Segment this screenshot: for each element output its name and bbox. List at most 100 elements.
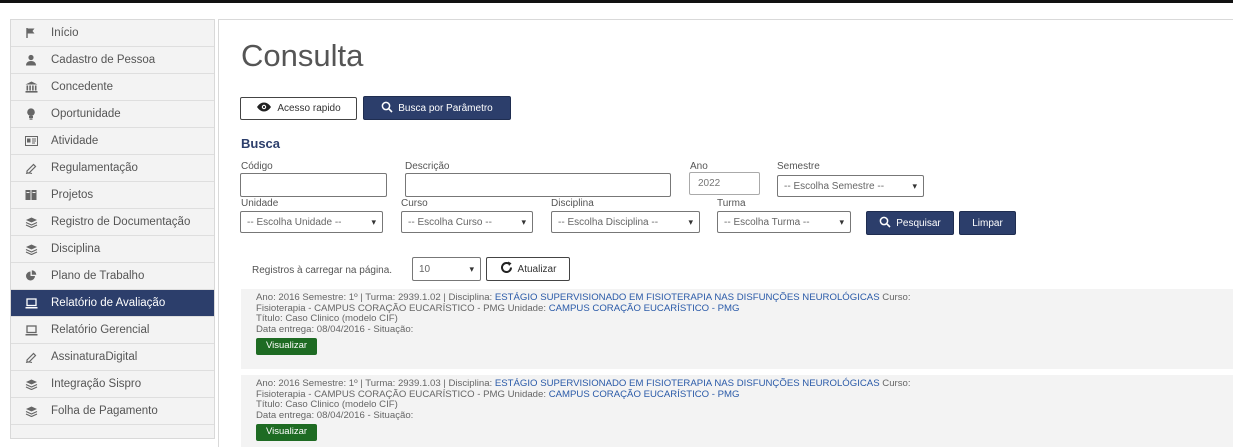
sidebar-item-disciplina[interactable]: Disciplina <box>11 236 214 263</box>
unidade-label: Unidade: <box>507 388 549 400</box>
eye-icon <box>256 102 277 115</box>
sidebar-item-label: Relatório de Avaliação <box>51 297 166 309</box>
visualizar-button[interactable]: Visualizar <box>256 338 318 355</box>
lightbulb-icon <box>23 106 39 122</box>
busca-parametro-label: Busca por Parâmetro <box>398 102 493 114</box>
layers-icon <box>23 403 39 419</box>
sidebar-item-registro-documentacao[interactable]: Registro de Documentação <box>11 209 214 236</box>
sidebar-item-label: Integração Sispro <box>51 378 142 390</box>
pesquisar-label: Pesquisar <box>896 217 941 229</box>
unidade-select-value: -- Escolha Unidade -- <box>247 216 342 228</box>
result-meta: Ano: 2016 Semestre: 1º | Turma: 2939.1.0… <box>256 378 495 389</box>
semestre-select-value: -- Escolha Semestre -- <box>784 180 885 192</box>
sidebar-item-cadastro-pessoa[interactable]: Cadastro de Pessoa <box>11 47 214 74</box>
curso-label: Curso <box>401 198 428 209</box>
chevron-down-icon: ▾ <box>469 263 474 274</box>
curso-value: Fisioterapia - CAMPUS CORAÇÃO EUCARÍSTIC… <box>256 388 508 400</box>
result-card: Ano: 2016 Semestre: 1º | Turma: 2939.1.0… <box>241 375 1233 447</box>
registros-label: Registros à carregar na página. <box>252 265 393 276</box>
sidebar-item-relatorio-gerencial[interactable]: Relatório Gerencial <box>11 317 214 344</box>
sidebar-item-label: Projetos <box>51 189 94 201</box>
sidebar-item-oportunidade[interactable]: Oportunidade <box>11 101 214 128</box>
bank-icon <box>23 79 39 95</box>
sidebar-item-inicio[interactable]: Início <box>11 20 214 47</box>
pen-icon <box>23 160 39 176</box>
pesquisar-button[interactable]: Pesquisar <box>866 211 954 235</box>
unidade-label: Unidade <box>241 198 279 209</box>
result-titulo: Título: Caso Clinico (modelo CIF) <box>256 399 398 410</box>
sidebar-item-folha-pagamento[interactable]: Folha de Pagamento <box>11 398 214 425</box>
chevron-down-icon: ▾ <box>371 216 376 227</box>
top-border <box>0 0 1233 3</box>
sidebar-item-concedente[interactable]: Concedente <box>11 74 214 101</box>
layers-icon <box>23 241 39 257</box>
curso-select[interactable]: -- Escolha Curso -- ▾ <box>401 211 533 233</box>
sidebar-item-plano-trabalho[interactable]: Plano de Trabalho <box>11 263 214 290</box>
sidebar-item-assinatura-digital[interactable]: AssinaturaDigital <box>11 344 214 371</box>
sidebar: Início Cadastro de Pessoa Concedente Opo… <box>10 19 215 439</box>
id-card-icon <box>23 133 39 149</box>
laptop-icon <box>23 322 39 338</box>
disciplina-link[interactable]: ESTÁGIO SUPERVISIONADO EM FISIOTERAPIA N… <box>495 292 880 303</box>
sidebar-item-integracao-sispro[interactable]: Integração Sispro <box>11 371 214 398</box>
acesso-rapido-button[interactable]: Acesso rapido <box>240 97 357 120</box>
chevron-down-icon: ▾ <box>688 216 693 227</box>
curso-select-value: -- Escolha Curso -- <box>408 216 492 228</box>
semestre-select[interactable]: -- Escolha Semestre -- ▾ <box>777 175 924 197</box>
sidebar-item-regulamentacao[interactable]: Regulamentação <box>11 155 214 182</box>
sidebar-item-label: Regulamentação <box>51 162 138 174</box>
app-window: Início Cadastro de Pessoa Concedente Opo… <box>0 0 1233 447</box>
sidebar-item-label: Disciplina <box>51 243 101 255</box>
sidebar-item-label: Cadastro de Pessoa <box>51 54 156 66</box>
unidade-select[interactable]: -- Escolha Unidade -- ▾ <box>240 211 383 233</box>
unidade-link[interactable]: CAMPUS CORAÇÃO EUCARÍSTICO - PMG <box>549 303 740 314</box>
semestre-label: Semestre <box>777 161 820 172</box>
registros-select[interactable]: 10 ▾ <box>412 257 481 281</box>
user-icon <box>23 52 39 68</box>
result-data: Data entrega: 08/04/2016 - Situação: <box>256 323 414 335</box>
turma-select[interactable]: -- Escolha Turma -- ▾ <box>717 211 851 233</box>
turma-label: Turma <box>717 198 746 209</box>
sidebar-item-label: Plano de Trabalho <box>51 270 145 282</box>
sidebar-item-label: Oportunidade <box>51 108 121 120</box>
turma-select-value: -- Escolha Turma -- <box>724 216 810 228</box>
sidebar-item-relatorio-avaliacao[interactable]: Relatório de Avaliação <box>11 290 214 317</box>
refresh-icon <box>500 261 518 277</box>
limpar-label: Limpar <box>972 217 1003 229</box>
result-titulo: Título: Caso Clinico (modelo CIF) <box>256 313 398 324</box>
folder-icon <box>23 187 39 203</box>
atualizar-button[interactable]: Atualizar <box>486 257 570 281</box>
unidade-label: Unidade: <box>507 302 549 314</box>
descricao-label: Descrição <box>405 161 450 172</box>
disciplina-select[interactable]: -- Escolha Disciplina -- ▾ <box>551 211 700 233</box>
sidebar-item-atividade[interactable]: Atividade <box>11 128 214 155</box>
descricao-input[interactable] <box>405 173 671 197</box>
pie-chart-icon <box>23 268 39 284</box>
laptop-icon <box>23 295 39 311</box>
ano-input[interactable]: 2022 <box>689 172 760 195</box>
layers-icon <box>23 376 39 392</box>
disciplina-link[interactable]: ESTÁGIO SUPERVISIONADO EM FISIOTERAPIA N… <box>495 378 880 389</box>
curso-value: Fisioterapia - CAMPUS CORAÇÃO EUCARÍSTIC… <box>256 302 508 314</box>
busca-heading: Busca <box>241 136 281 151</box>
atualizar-label: Atualizar <box>517 263 557 275</box>
chevron-down-icon: ▾ <box>521 216 526 227</box>
pen-icon <box>23 349 39 365</box>
codigo-label: Código <box>241 161 273 172</box>
visualizar-button[interactable]: Visualizar <box>256 424 318 441</box>
busca-parametro-button[interactable]: Busca por Parâmetro <box>363 96 511 120</box>
layers-icon <box>23 214 39 230</box>
flag-icon <box>23 25 39 41</box>
result-card: Ano: 2016 Semestre: 1º | Turma: 2939.1.0… <box>241 289 1233 369</box>
limpar-button[interactable]: Limpar <box>959 211 1016 235</box>
chevron-down-icon: ▾ <box>839 216 844 227</box>
codigo-input[interactable] <box>240 173 387 197</box>
acesso-rapido-label: Acesso rapido <box>277 103 341 114</box>
chevron-down-icon: ▾ <box>912 180 917 191</box>
curso-label: Curso: <box>879 378 911 389</box>
unidade-link[interactable]: CAMPUS CORAÇÃO EUCARÍSTICO - PMG <box>549 389 740 400</box>
sidebar-item-projetos[interactable]: Projetos <box>11 182 214 209</box>
result-data: Data entrega: 08/04/2016 - Situação: <box>256 409 414 421</box>
page-title: Consulta <box>241 38 364 73</box>
sidebar-item-label: Concedente <box>51 81 114 93</box>
